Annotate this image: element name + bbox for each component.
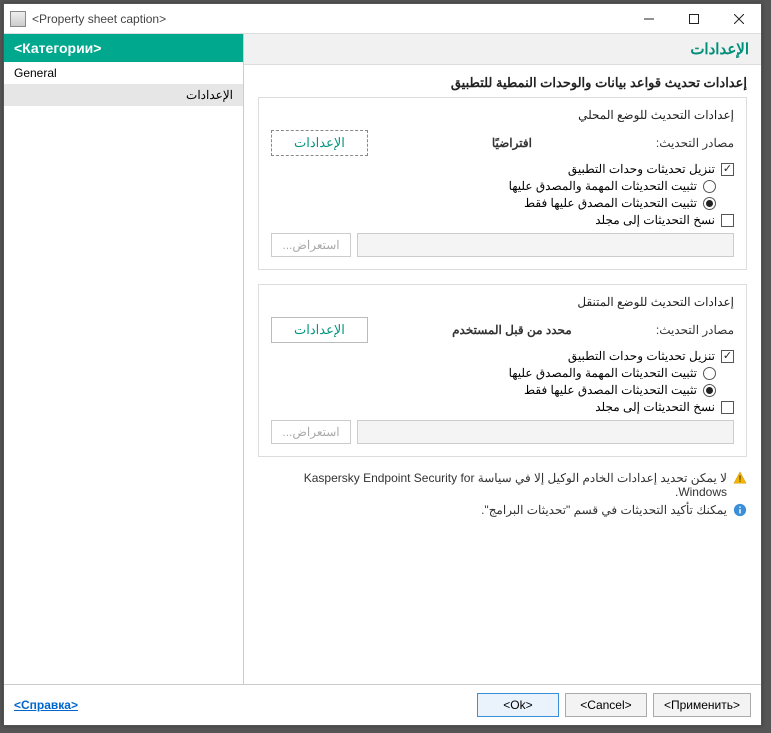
local-sources-value: افتراضيًا: [376, 136, 648, 150]
local-path-input: [357, 233, 734, 257]
content-area: <Категории> General الإعدادات الإعدادات …: [4, 34, 761, 684]
mobile-update-group: إعدادات التحديث للوضع المتنقل مصادر التح…: [258, 284, 747, 457]
local-download-modules-row[interactable]: تنزيل تحديثات وحدات التطبيق: [271, 162, 734, 176]
sidebar: <Категории> General الإعدادات: [4, 34, 244, 684]
help-link[interactable]: <Справка>: [14, 698, 78, 712]
app-icon: [10, 11, 26, 27]
radio-icon: [703, 384, 716, 397]
checkbox-icon: [721, 163, 734, 176]
updates-info-text: يمكنك تأكيد التحديثات في قسم "تحديثات ال…: [481, 503, 727, 517]
main-panel: الإعدادات إعدادات تحديث قواعد بيانات وال…: [244, 34, 761, 684]
warning-icon: [733, 471, 747, 485]
radio-icon: [703, 180, 716, 193]
categories-header: <Категории>: [4, 34, 243, 62]
local-path-row: استعراض...: [271, 233, 734, 257]
minimize-button[interactable]: [626, 4, 671, 34]
close-button[interactable]: [716, 4, 761, 34]
radio-icon: [703, 197, 716, 210]
apply-button[interactable]: <Применить>: [653, 693, 751, 717]
titlebar: <Property sheet caption>: [4, 4, 761, 34]
local-install-approved-row[interactable]: تثبيت التحديثات المصدق عليها فقط: [271, 196, 734, 210]
mobile-copy-folder-label: نسخ التحديثات إلى مجلد: [595, 400, 715, 414]
local-browse-button: استعراض...: [271, 233, 351, 257]
mobile-install-approved-label: تثبيت التحديثات المصدق عليها فقط: [524, 383, 697, 397]
mobile-install-important-label: تثبيت التحديثات المهمة والمصدق عليها: [509, 366, 697, 380]
mobile-group-title: إعدادات التحديث للوضع المتنقل: [271, 295, 734, 309]
property-sheet-window: <Property sheet caption> <Категории> Gen…: [3, 3, 762, 726]
sidebar-item-settings[interactable]: الإعدادات: [4, 84, 243, 106]
mobile-settings-button[interactable]: الإعدادات: [271, 317, 368, 343]
maximize-button[interactable]: [671, 4, 716, 34]
local-settings-button[interactable]: الإعدادات: [271, 130, 368, 156]
section-title: إعدادات تحديث قواعد بيانات والوحدات النم…: [258, 75, 747, 91]
footer: <Справка> <Ok> <Cancel> <Применить>: [4, 684, 761, 725]
local-sources-label: مصادر التحديث:: [656, 136, 734, 150]
main-header: الإعدادات: [244, 34, 761, 65]
local-copy-folder-label: نسخ التحديثات إلى مجلد: [595, 213, 715, 227]
local-install-important-label: تثبيت التحديثات المهمة والمصدق عليها: [509, 179, 697, 193]
local-group-title: إعدادات التحديث للوضع المحلي: [271, 108, 734, 122]
cancel-button[interactable]: <Cancel>: [565, 693, 647, 717]
mobile-download-modules-label: تنزيل تحديثات وحدات التطبيق: [568, 349, 715, 363]
sidebar-item-general[interactable]: General: [4, 62, 243, 84]
mobile-download-modules-row[interactable]: تنزيل تحديثات وحدات التطبيق: [271, 349, 734, 363]
mobile-path-row: استعراض...: [271, 420, 734, 444]
checkbox-icon: [721, 214, 734, 227]
ok-button[interactable]: <Ok>: [477, 693, 559, 717]
mobile-sources-value: محدد من قبل المستخدم: [376, 323, 648, 337]
local-copy-folder-row[interactable]: نسخ التحديثات إلى مجلد: [271, 213, 734, 227]
checkbox-icon: [721, 401, 734, 414]
proxy-warning-note: لا يمكن تحديد إعدادات الخادم الوكيل إلا …: [258, 471, 747, 499]
mobile-browse-button: استعراض...: [271, 420, 351, 444]
mobile-install-important-row[interactable]: تثبيت التحديثات المهمة والمصدق عليها: [271, 366, 734, 380]
local-install-approved-label: تثبيت التحديثات المصدق عليها فقط: [524, 196, 697, 210]
info-icon: [733, 503, 747, 517]
local-download-modules-label: تنزيل تحديثات وحدات التطبيق: [568, 162, 715, 176]
mobile-path-input: [357, 420, 734, 444]
local-update-group: إعدادات التحديث للوضع المحلي مصادر التحد…: [258, 97, 747, 270]
radio-icon: [703, 367, 716, 380]
mobile-copy-folder-row[interactable]: نسخ التحديثات إلى مجلد: [271, 400, 734, 414]
window-title: <Property sheet caption>: [32, 12, 626, 26]
local-install-important-row[interactable]: تثبيت التحديثات المهمة والمصدق عليها: [271, 179, 734, 193]
checkbox-icon: [721, 350, 734, 363]
mobile-install-approved-row[interactable]: تثبيت التحديثات المصدق عليها فقط: [271, 383, 734, 397]
mobile-sources-label: مصادر التحديث:: [656, 323, 734, 337]
main-body: إعدادات تحديث قواعد بيانات والوحدات النم…: [244, 65, 761, 684]
proxy-warning-text: لا يمكن تحديد إعدادات الخادم الوكيل إلا …: [258, 471, 727, 499]
updates-info-note: يمكنك تأكيد التحديثات في قسم "تحديثات ال…: [258, 503, 747, 517]
